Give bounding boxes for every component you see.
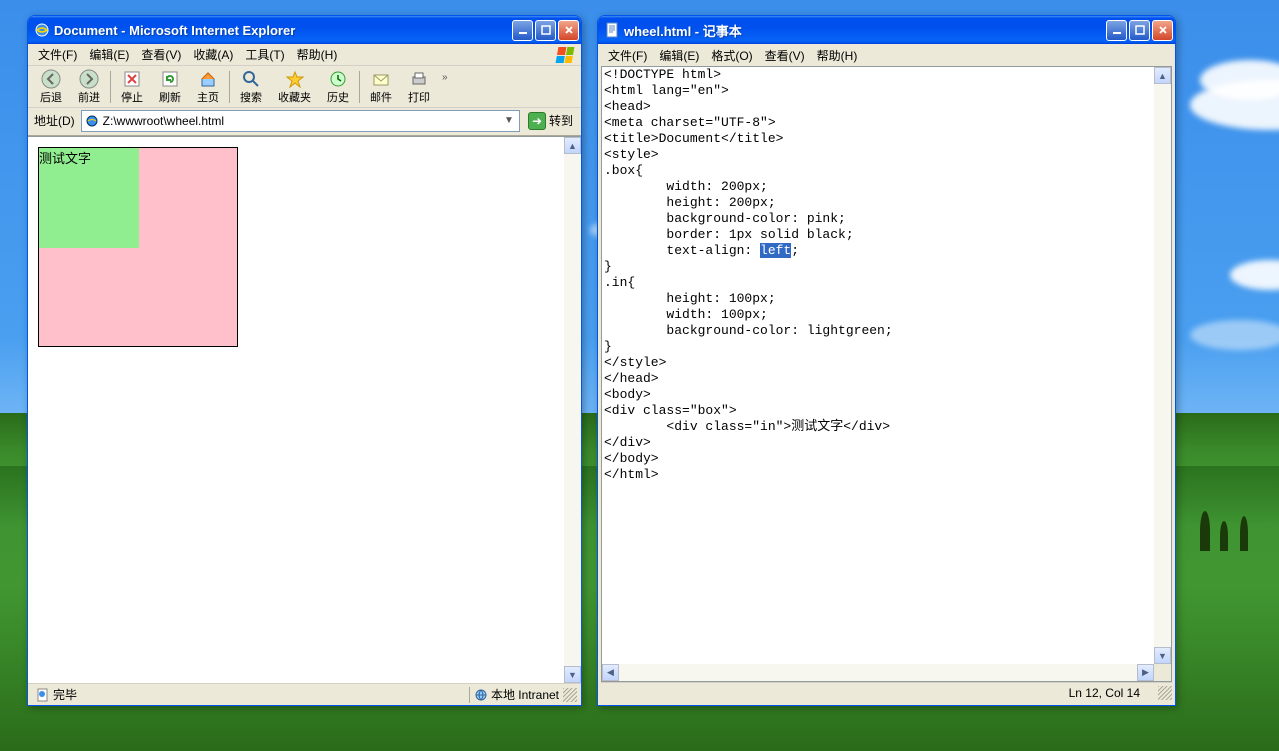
refresh-icon <box>160 69 180 89</box>
stop-button[interactable]: 停止 <box>113 67 151 107</box>
minimize-button[interactable] <box>512 20 533 41</box>
ie-menubar: 文件(F) 编辑(E) 查看(V) 收藏(A) 工具(T) 帮助(H) <box>28 44 581 66</box>
ie-window: Document - Microsoft Internet Explorer 文… <box>27 15 582 706</box>
ie-statusbar: 完毕 本地 Intranet <box>28 683 581 705</box>
scroll-down-icon[interactable]: ▼ <box>1154 647 1171 664</box>
resize-grip-icon[interactable] <box>563 688 577 702</box>
search-icon <box>241 69 261 89</box>
stop-icon <box>122 69 142 89</box>
address-bar: 地址(D) ▼ ➜ 转到 <box>28 108 581 136</box>
ie-vertical-scrollbar[interactable]: ▲ ▼ <box>564 137 581 683</box>
close-button[interactable] <box>1152 20 1173 41</box>
maximize-button[interactable] <box>1129 20 1150 41</box>
notepad-window: wheel.html - 记事本 文件(F) 编辑(E) 格式(O) 查看(V)… <box>597 15 1176 706</box>
history-button[interactable]: 历史 <box>319 67 357 107</box>
menu-view[interactable]: 查看(V) <box>759 45 811 66</box>
print-button[interactable]: 打印 <box>400 67 438 107</box>
scroll-right-icon[interactable]: ▶ <box>1137 664 1154 681</box>
home-button[interactable]: 主页 <box>189 67 227 107</box>
menu-help[interactable]: 帮助(H) <box>291 44 344 65</box>
ie-titlebar[interactable]: Document - Microsoft Internet Explorer <box>28 16 581 44</box>
windows-logo-icon <box>553 44 577 66</box>
back-button[interactable]: 后退 <box>32 67 70 107</box>
ie-toolbar: 后退 前进 停止 刷新 主页 搜索 收藏夹 历史 邮件 打印 » <box>28 66 581 108</box>
ie-content-area: 测试文字 ▲ ▼ <box>28 136 581 683</box>
menu-favorites[interactable]: 收藏(A) <box>187 44 239 65</box>
cursor-position: Ln 12, Col 14 <box>1051 686 1158 700</box>
address-label: 地址(D) <box>32 112 77 129</box>
rendered-inner-box: 测试文字 <box>39 148 139 248</box>
address-dropdown-icon[interactable]: ▼ <box>501 115 517 126</box>
home-icon <box>198 69 218 89</box>
history-icon <box>328 69 348 89</box>
ie-title: Document - Microsoft Internet Explorer <box>54 23 512 38</box>
menu-tools[interactable]: 工具(T) <box>239 44 290 65</box>
star-icon <box>285 69 305 89</box>
address-input[interactable] <box>100 114 501 128</box>
notepad-titlebar[interactable]: wheel.html - 记事本 <box>598 16 1175 44</box>
back-icon <box>41 69 61 89</box>
notepad-statusbar: Ln 12, Col 14 <box>601 682 1172 702</box>
notepad-app-icon <box>604 22 620 38</box>
menu-edit[interactable]: 编辑(E) <box>83 44 135 65</box>
scroll-up-icon[interactable]: ▲ <box>1154 67 1171 84</box>
scroll-up-icon[interactable]: ▲ <box>564 137 581 154</box>
minimize-button[interactable] <box>1106 20 1127 41</box>
address-combo[interactable]: ▼ <box>81 110 520 132</box>
refresh-button[interactable]: 刷新 <box>151 67 189 107</box>
notepad-text-content[interactable]: <!DOCTYPE html> <html lang="en"> <head> … <box>602 67 1154 664</box>
notepad-menubar: 文件(F) 编辑(E) 格式(O) 查看(V) 帮助(H) <box>598 44 1175 66</box>
mail-button[interactable]: 邮件 <box>362 67 400 107</box>
intranet-zone-icon <box>474 688 488 702</box>
menu-edit[interactable]: 编辑(E) <box>653 45 705 66</box>
status-done: 完毕 <box>32 686 81 703</box>
resize-grip-icon[interactable] <box>1158 686 1172 700</box>
toolbar-overflow-icon[interactable]: » <box>438 72 452 83</box>
go-button[interactable]: ➜ 转到 <box>524 110 577 132</box>
mail-icon <box>371 69 391 89</box>
close-button[interactable] <box>558 20 579 41</box>
scroll-down-icon[interactable]: ▼ <box>564 666 581 683</box>
notepad-horizontal-scrollbar[interactable]: ◀▶ <box>602 664 1154 681</box>
rendered-box: 测试文字 <box>38 147 238 347</box>
forward-icon <box>79 69 99 89</box>
menu-help[interactable]: 帮助(H) <box>811 45 864 66</box>
forward-button[interactable]: 前进 <box>70 67 108 107</box>
scroll-left-icon[interactable]: ◀ <box>602 664 619 681</box>
notepad-editor[interactable]: <!DOCTYPE html> <html lang="en"> <head> … <box>601 66 1172 682</box>
print-icon <box>409 69 429 89</box>
scroll-corner <box>1154 664 1171 681</box>
menu-view[interactable]: 查看(V) <box>135 44 187 65</box>
notepad-title: wheel.html - 记事本 <box>624 21 1106 40</box>
menu-format[interactable]: 格式(O) <box>705 45 758 66</box>
search-button[interactable]: 搜索 <box>232 67 270 107</box>
ie-app-icon <box>34 22 50 38</box>
notepad-vertical-scrollbar[interactable]: ▲▼ <box>1154 67 1171 664</box>
maximize-button[interactable] <box>535 20 556 41</box>
menu-file[interactable]: 文件(F) <box>32 44 83 65</box>
page-icon <box>36 688 50 702</box>
go-arrow-icon: ➜ <box>528 112 546 130</box>
favorites-button[interactable]: 收藏夹 <box>270 67 319 107</box>
page-icon <box>84 113 100 129</box>
status-zone: 本地 Intranet <box>470 686 563 703</box>
menu-file[interactable]: 文件(F) <box>602 45 653 66</box>
